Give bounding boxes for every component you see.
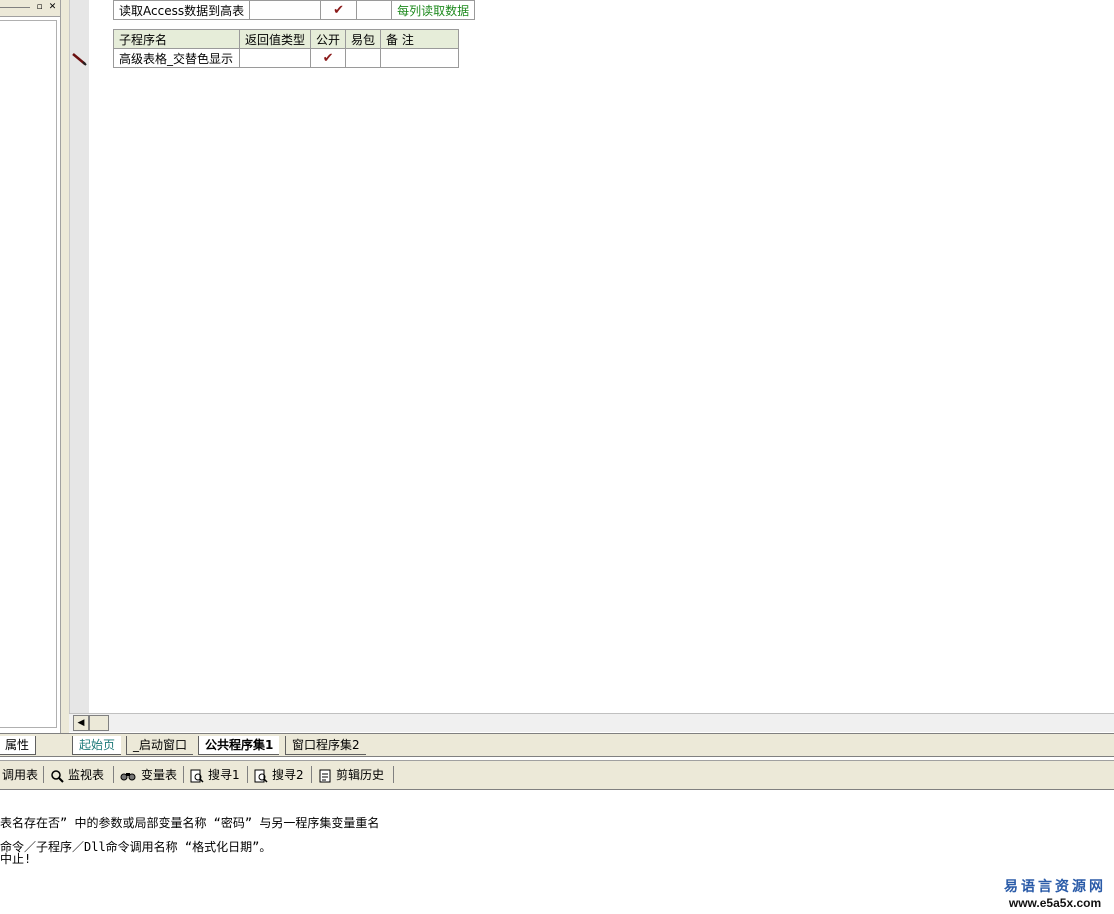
scroll-left-icon[interactable]: ◀ <box>73 715 89 731</box>
left-panel-titlebar: ▫ ✕ <box>0 0 60 17</box>
search-doc-icon <box>190 769 204 783</box>
tab-startup-window[interactable]: _启动窗口 <box>126 736 194 755</box>
header-sub-name: 子程序名 <box>113 29 240 49</box>
output-line: 中止! <box>0 852 32 866</box>
call-table-button[interactable]: 调用表 <box>2 766 38 784</box>
close-icon[interactable]: ✕ <box>47 2 58 13</box>
call-table-label: 调用表 <box>2 768 39 782</box>
watch-table-label: 监视表 <box>68 768 105 782</box>
output-line: 表名存在否” 中的参数或局部变量名称 “密码” 与另一程序集变量重名 <box>0 816 380 830</box>
clip-history-button[interactable]: 剪辑历史 <box>318 766 384 784</box>
sub-name-cell[interactable]: 读取Access数据到高表 <box>112 0 251 20</box>
clipboard-icon <box>318 769 332 783</box>
watch-table-button[interactable]: 监视表 <box>50 766 104 784</box>
splitter[interactable] <box>61 0 69 733</box>
tab-public-program-set[interactable]: 公共程序集1 <box>198 736 280 755</box>
tab-window-program-set[interactable]: 窗口程序集2 <box>285 736 366 755</box>
horizontal-scrollbar[interactable]: ◀ <box>69 713 1114 732</box>
bottom-toolbar: 调用表 监视表 变量表 搜寻1 搜寻2 剪辑历史 <box>0 760 1114 791</box>
subprogram-table: 子程序名 返回值类型 公开 易包 备 注 高级表格_交替色显示 ✔ <box>113 29 460 68</box>
editor-gutter <box>69 0 90 713</box>
search1-label: 搜寻1 <box>208 768 240 782</box>
table-row: 读取Access数据到高表 ✔ 每列读取数据 <box>112 0 476 20</box>
variable-table-label: 变量表 <box>141 768 178 782</box>
output-panel: 表名存在否” 中的参数或局部变量名称 “密码” 与另一程序集变量重名 命令／子程… <box>0 790 1114 914</box>
header-public: 公开 <box>310 29 347 49</box>
header-easy-pack: 易包 <box>345 29 382 49</box>
table-row: 高级表格_交替色显示 ✔ <box>113 48 460 68</box>
search1-button[interactable]: 搜寻1 <box>190 766 240 784</box>
header-return-type: 返回值类型 <box>238 29 312 49</box>
left-panel: ▫ ✕ <box>0 0 61 733</box>
pencil-edit-icon <box>71 52 87 66</box>
variable-table-button[interactable]: 变量表 <box>120 766 177 784</box>
watermark-url: www.e5a5x.com <box>1008 896 1102 910</box>
sub-name-cell[interactable]: 高级表格_交替色显示 <box>113 48 240 68</box>
search2-label: 搜寻2 <box>272 768 304 782</box>
magnifier-icon <box>50 769 64 783</box>
search2-button[interactable]: 搜寻2 <box>254 766 304 784</box>
tab-start-page[interactable]: 起始页 <box>72 736 122 755</box>
restore-icon[interactable]: ▫ <box>34 2 45 13</box>
output-line: 命令／子程序／Dll命令调用名称 “格式化日期”。 <box>0 840 272 854</box>
table-header-row: 子程序名 返回值类型 公开 易包 备 注 <box>113 29 460 49</box>
clip-history-label: 剪辑历史 <box>336 768 385 782</box>
watermark-cn: 易语言资源网 <box>1004 879 1106 895</box>
remark-cell[interactable]: 每列读取数据 <box>391 0 476 20</box>
tab-bar: 属性 起始页 _启动窗口 公共程序集1 窗口程序集2 <box>0 733 1114 757</box>
easy-pack-cell[interactable] <box>356 0 393 20</box>
scroll-thumb[interactable] <box>89 715 109 731</box>
code-editor[interactable] <box>89 0 1114 713</box>
tab-properties[interactable]: 属性 <box>0 736 37 755</box>
public-check-icon[interactable]: ✔ <box>320 0 358 20</box>
program-row-table: 读取Access数据到高表 ✔ 每列读取数据 <box>112 0 476 20</box>
search-doc-icon <box>254 769 268 783</box>
public-check-icon[interactable]: ✔ <box>310 48 347 68</box>
return-type-cell[interactable] <box>249 0 322 20</box>
watermark: 易语言资源网 www.e5a5x.com <box>1004 876 1106 910</box>
binoculars-icon <box>120 769 137 783</box>
header-remark: 备 注 <box>380 29 460 49</box>
easy-pack-cell[interactable] <box>345 48 382 68</box>
return-type-cell[interactable] <box>238 48 312 68</box>
remark-cell[interactable] <box>380 48 460 68</box>
left-panel-content <box>0 20 57 728</box>
